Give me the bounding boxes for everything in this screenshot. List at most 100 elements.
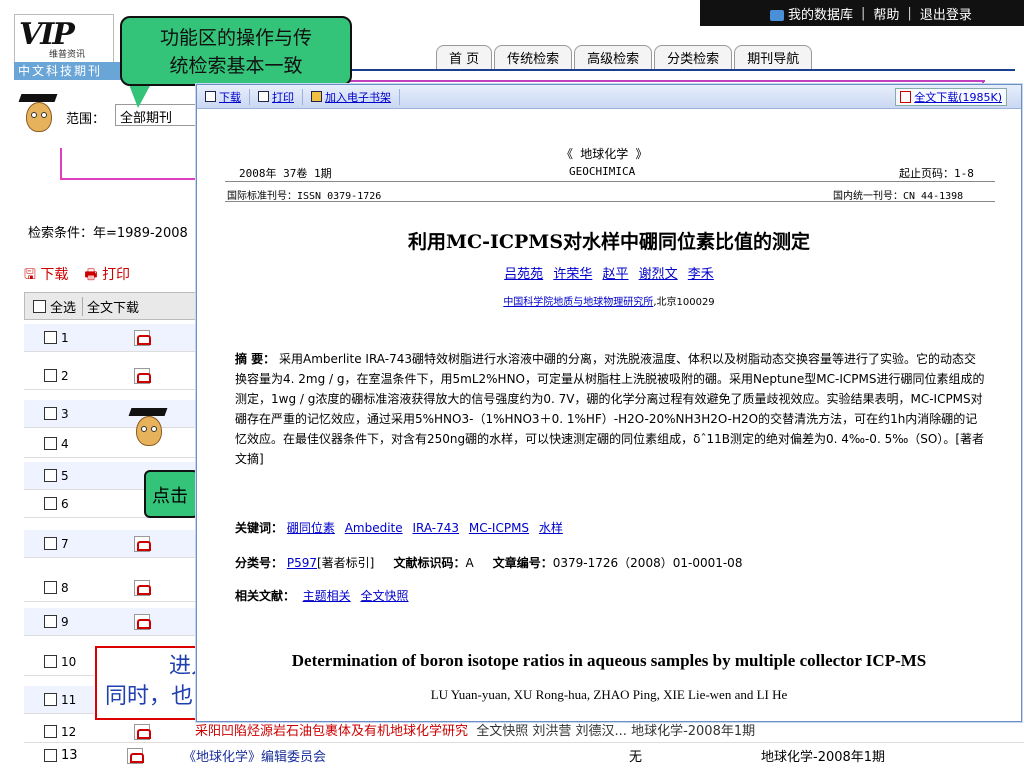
- table-row[interactable]: 10: [24, 648, 94, 676]
- doc-code: A: [465, 556, 474, 570]
- affiliation-link[interactable]: 中国科学院地质与地球物理研究所: [503, 297, 653, 308]
- row-number: 13: [61, 748, 78, 763]
- row-checkbox[interactable]: [44, 725, 57, 738]
- row-checkbox[interactable]: [44, 469, 57, 482]
- my-database-link[interactable]: 我的数据库: [770, 4, 853, 23]
- folder-icon: [770, 9, 784, 21]
- tab-advanced-search[interactable]: 高级检索: [574, 45, 653, 69]
- divider: [225, 201, 995, 202]
- tab-traditional-search[interactable]: 传统检索: [494, 45, 573, 69]
- row-number: 10: [61, 654, 77, 669]
- pdf-icon[interactable]: [134, 614, 151, 630]
- page-range: 起止页码：1-8: [899, 167, 974, 180]
- row-number: 9: [61, 614, 69, 629]
- popup-print-button[interactable]: 打印: [250, 88, 303, 105]
- row-13-source: 地球化学-2008年1期: [761, 750, 886, 765]
- tab-journal-nav[interactable]: 期刊导航: [734, 45, 813, 69]
- row-checkbox[interactable]: [44, 581, 57, 594]
- pdf-icon[interactable]: [134, 368, 151, 384]
- table-row[interactable]: 4: [24, 430, 196, 458]
- row-checkbox[interactable]: [44, 655, 57, 668]
- row-number: 11: [61, 692, 77, 707]
- logo-subtitle: 维普资讯: [49, 50, 86, 60]
- table-row[interactable]: 8: [24, 574, 196, 602]
- download-button[interactable]: 🖫 下载: [24, 264, 68, 288]
- journal-cn-link[interactable]: 《 地球化学 》: [561, 145, 647, 162]
- popup-toolbar: 下载 打印 加入电子书架 全文下载(1985K): [197, 85, 1021, 109]
- class-code-link[interactable]: P597: [287, 556, 317, 570]
- pink-guide-line: [60, 148, 62, 180]
- doc-code-label: 文献标识码：: [393, 556, 466, 570]
- pink-guide-line: [60, 178, 200, 180]
- row-checkbox[interactable]: [44, 497, 57, 510]
- pdf-icon: [900, 91, 912, 103]
- table-row[interactable]: 7: [24, 530, 196, 558]
- keyword-link[interactable]: 水样: [539, 521, 563, 535]
- issn: 国际标准刊号：ISSN 0379-1726: [227, 191, 382, 202]
- print-button[interactable]: 🖶 打印: [84, 264, 130, 288]
- english-title: Determination of boron isotope ratios in…: [291, 651, 927, 670]
- table-row[interactable]: 3: [24, 400, 196, 428]
- table-row[interactable]: 11: [24, 686, 94, 714]
- table-row[interactable]: 13 《地球化学》编辑委员会 无 地球化学-2008年1期: [24, 742, 1024, 768]
- fulltext-snapshot-link[interactable]: 全文快照: [361, 589, 409, 603]
- pdf-icon[interactable]: [127, 747, 144, 764]
- result-table-header: 全选 全文下载: [24, 292, 196, 320]
- row-12-title[interactable]: 采阳凹陷烃源岩石油包裹体及有机地球化学研究 全文快照 刘洪营 刘德汉... 地球…: [195, 720, 995, 742]
- author-link[interactable]: 谢烈文: [639, 267, 678, 282]
- author-link[interactable]: 许荣华: [553, 267, 592, 282]
- main-nav: 首 页 传统检索 高级检索 分类检索 期刊导航: [436, 45, 813, 69]
- vip-logo: VIP 维普资讯: [14, 14, 114, 64]
- table-row[interactable]: 9: [24, 608, 196, 636]
- fulltext-download-button[interactable]: 全文下载(1985K): [895, 88, 1007, 106]
- logout-link[interactable]: 退出登录: [920, 4, 972, 23]
- row-checkbox[interactable]: [44, 693, 57, 706]
- article-no-label: 文章编号：: [492, 556, 553, 570]
- related-topic-link[interactable]: 主题相关: [303, 589, 351, 603]
- select-all-checkbox[interactable]: [33, 299, 46, 313]
- author-link[interactable]: 赵平: [602, 267, 628, 282]
- popup-download-button[interactable]: 下载: [197, 88, 250, 105]
- add-bookshelf-button[interactable]: 加入电子书架: [303, 88, 400, 105]
- row-checkbox[interactable]: [44, 369, 57, 382]
- row-13-title[interactable]: 《地球化学》编辑委员会: [183, 746, 629, 765]
- row-checkbox[interactable]: [44, 331, 57, 344]
- bookshelf-icon: [311, 91, 322, 102]
- row-checkbox[interactable]: [44, 537, 57, 550]
- mascot-icon: [18, 94, 58, 142]
- row-number: 8: [61, 580, 69, 595]
- separator: |: [861, 5, 866, 21]
- abstract-label: 摘 要：: [235, 352, 276, 366]
- author-link[interactable]: 李禾: [688, 267, 714, 282]
- scope-label: 范围：: [66, 112, 106, 127]
- abstract: 摘 要： 采用Amberlite IRA-743硼特效树脂进行水溶液中硼的分离，…: [235, 349, 987, 469]
- row-checkbox[interactable]: [44, 437, 57, 450]
- article-no: 0379-1726（2008）01-0001-08: [552, 556, 743, 570]
- keyword-link[interactable]: MC-ICPMS: [469, 521, 529, 535]
- row-checkbox[interactable]: [44, 407, 57, 420]
- article-detail-popup: 下载 打印 加入电子书架 全文下载(1985K) 《 地球化学 》 2008年 …: [196, 84, 1022, 722]
- row-number: 4: [61, 436, 69, 451]
- keyword-link[interactable]: Ambedite: [345, 521, 403, 535]
- table-row[interactable]: 1: [24, 324, 196, 352]
- hint-callout-click: 点击: [144, 470, 199, 518]
- row-13-author: 无: [629, 750, 643, 765]
- fulltext-column-header: 全文下载: [82, 296, 139, 316]
- pdf-icon[interactable]: [134, 330, 151, 346]
- help-link[interactable]: 帮助: [873, 4, 899, 23]
- pdf-icon[interactable]: [134, 580, 151, 596]
- mascot-icon: [128, 408, 168, 456]
- row-checkbox[interactable]: [44, 749, 57, 762]
- author-link[interactable]: 吕苑苑: [504, 267, 543, 282]
- tab-home[interactable]: 首 页: [436, 45, 493, 69]
- keyword-link[interactable]: IRA-743: [412, 521, 459, 535]
- row-checkbox[interactable]: [44, 615, 57, 628]
- abstract-text: 采用Amberlite IRA-743硼特效树脂进行水溶液中硼的分离，对洗脱液温…: [235, 352, 985, 466]
- row-number: 3: [61, 406, 69, 421]
- pdf-icon[interactable]: [134, 724, 151, 740]
- pdf-icon[interactable]: [134, 536, 151, 552]
- tab-category-search[interactable]: 分类检索: [654, 45, 733, 69]
- table-row[interactable]: 2: [24, 362, 196, 390]
- related-label: 相关文献：: [235, 589, 296, 603]
- keyword-link[interactable]: 硼同位素: [287, 521, 335, 535]
